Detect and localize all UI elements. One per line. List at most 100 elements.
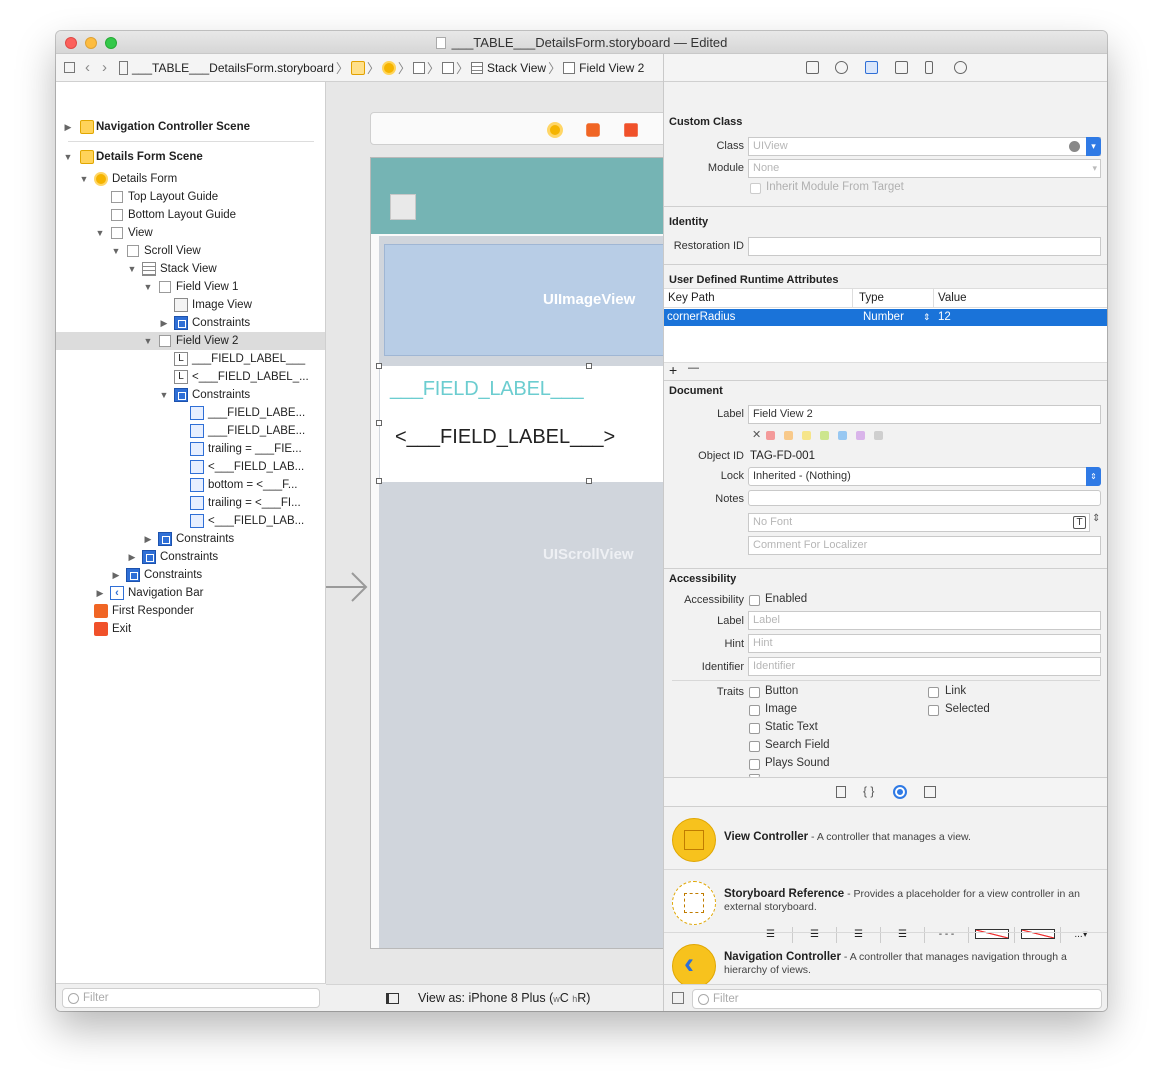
trait-selected-checkbox[interactable] <box>928 705 939 716</box>
accessibility-enabled-checkbox[interactable] <box>749 595 760 606</box>
zoom-button[interactable] <box>105 37 117 49</box>
color-swatch[interactable] <box>766 431 775 440</box>
outline-image-view[interactable]: Image View <box>56 296 325 314</box>
exit-icon[interactable] <box>624 123 638 137</box>
view-icon[interactable] <box>412 61 425 74</box>
add-attribute-button[interactable]: + <box>669 362 677 378</box>
arrow-circle-icon[interactable] <box>1069 141 1080 152</box>
outline-details-scene[interactable]: ▼ Details Form Scene <box>56 148 325 166</box>
view-as-label[interactable]: View as: iPhone 8 Plus (wC hR) <box>418 985 590 1011</box>
attributes-inspector-icon[interactable] <box>895 61 908 74</box>
identifier-field[interactable]: Identifier <box>748 657 1101 676</box>
jumpbar-stack-view[interactable]: Stack View <box>487 61 546 75</box>
font-field[interactable]: No Font T <box>748 513 1090 532</box>
col-type[interactable]: Type <box>859 289 884 307</box>
scene-icon[interactable] <box>350 60 365 75</box>
view-controller-icon[interactable] <box>547 122 563 138</box>
uda-row[interactable]: cornerRadius Number ⇕ 12 <box>664 309 1107 326</box>
resize-handle[interactable] <box>376 363 382 369</box>
trait-static-text-checkbox[interactable] <box>749 723 760 734</box>
dropdown-icon[interactable]: ▾ <box>1092 160 1097 177</box>
outline-constraints[interactable]: ▶ Constraints <box>56 548 325 566</box>
navigation-bar[interactable] <box>371 158 663 234</box>
outline-exit[interactable]: Exit <box>56 620 325 638</box>
disclosure-down-icon[interactable]: ▼ <box>79 170 89 188</box>
nav-bar-button[interactable] <box>390 194 416 220</box>
outline-constraint[interactable]: ___FIELD_LABE... <box>56 422 325 440</box>
outline-constraints[interactable]: ▶ Constraints <box>56 314 325 332</box>
color-swatch[interactable] <box>802 431 811 440</box>
size-inspector-icon[interactable] <box>925 61 933 74</box>
outline-field-view-1[interactable]: ▼ Field View 1 <box>56 278 325 296</box>
outline-nav-controller-scene[interactable]: ▶ Navigation Controller Scene <box>56 118 325 136</box>
outline-first-responder[interactable]: First Responder <box>56 602 325 620</box>
field-view-2[interactable]: ___FIELD_LABEL___ <___FIELD_LABEL___> <box>380 366 663 482</box>
close-button[interactable] <box>65 37 77 49</box>
field-label-top[interactable]: ___FIELD_LABEL___ <box>390 378 584 401</box>
trait-search-field-checkbox[interactable] <box>749 741 760 752</box>
font-stepper-icon[interactable]: ⇕ <box>1092 513 1100 524</box>
dropdown-icon[interactable]: ▾ <box>1086 137 1101 156</box>
object-library-icon[interactable] <box>893 785 907 799</box>
remove-attribute-button[interactable]: — <box>688 362 699 374</box>
trait-button-checkbox[interactable] <box>749 687 760 698</box>
disclosure-right-icon[interactable]: ▶ <box>159 314 169 332</box>
disclosure-down-icon[interactable]: ▼ <box>159 386 169 404</box>
resize-handle[interactable] <box>376 478 382 484</box>
related-items-icon[interactable] <box>64 62 75 73</box>
outline-field-view-2[interactable]: ▼ Field View 2 <box>56 332 325 350</box>
disclosure-right-icon[interactable]: ▶ <box>127 548 137 566</box>
identity-inspector-icon[interactable] <box>865 61 878 74</box>
module-field[interactable]: None ▾ <box>748 159 1101 178</box>
quick-help-icon[interactable] <box>835 61 848 74</box>
outline-scroll-view[interactable]: ▼ Scroll View <box>56 242 325 260</box>
outline-filter-field[interactable]: Filter <box>62 988 320 1008</box>
disclosure-down-icon[interactable]: ▼ <box>143 332 153 350</box>
disclosure-down-icon[interactable]: ▼ <box>143 278 153 296</box>
jumpbar-file[interactable]: ___TABLE___DetailsForm.storyboard <box>132 61 334 75</box>
scroll-view-icon[interactable] <box>441 61 454 74</box>
outline-view[interactable]: ▼ View <box>56 224 325 242</box>
font-picker-icon[interactable]: T <box>1073 516 1086 529</box>
disclosure-down-icon[interactable]: ▼ <box>63 148 73 166</box>
disclosure-right-icon[interactable]: ▶ <box>95 584 105 602</box>
inherit-module-checkbox[interactable] <box>750 183 761 194</box>
first-responder-icon[interactable] <box>586 123 600 137</box>
disclosure-right-icon[interactable]: ▶ <box>111 566 121 584</box>
disclosure-down-icon[interactable]: ▼ <box>127 260 137 278</box>
disclosure-down-icon[interactable]: ▼ <box>111 242 121 260</box>
field-label-bottom[interactable]: <___FIELD_LABEL___> <box>395 426 615 449</box>
code-snippet-icon[interactable]: { } <box>863 784 874 798</box>
color-swatch[interactable] <box>820 431 829 440</box>
restoration-id-field[interactable] <box>748 237 1101 256</box>
hint-field[interactable]: Hint <box>748 634 1101 653</box>
color-swatch[interactable] <box>874 431 883 440</box>
jumpbar-field-view[interactable]: Field View 2 <box>579 61 644 75</box>
resize-handle[interactable] <box>376 420 382 426</box>
col-key-path[interactable]: Key Path <box>668 289 715 307</box>
outline-constraints[interactable]: ▶ Constraints <box>56 566 325 584</box>
dropdown-icon[interactable]: ⇕ <box>1086 467 1101 486</box>
color-swatch[interactable] <box>784 431 793 440</box>
stepper-icon[interactable]: ⇕ <box>923 309 931 326</box>
outline-bottom-layout-guide[interactable]: Bottom Layout Guide <box>56 206 325 224</box>
connections-inspector-icon[interactable] <box>954 61 967 74</box>
scroll-view[interactable]: UIScrollView UIImageView ___FIELD_LABEL_… <box>376 236 663 948</box>
disclosure-right-icon[interactable]: ▶ <box>63 118 73 136</box>
media-library-icon[interactable] <box>924 786 936 798</box>
file-template-icon[interactable] <box>836 786 846 798</box>
outline-constraint[interactable]: trailing = <___FI... <box>56 494 325 512</box>
outline-constraints[interactable]: ▶ Constraints <box>56 530 325 548</box>
doc-label-field[interactable]: Field View 2 <box>748 405 1101 424</box>
grid-view-icon[interactable] <box>672 992 684 1004</box>
outline-constraint[interactable]: trailing = ___FIE... <box>56 440 325 458</box>
outline-constraint[interactable]: bottom = <___F... <box>56 476 325 494</box>
uda-key[interactable]: cornerRadius <box>667 309 735 326</box>
outline-constraint[interactable]: <___FIELD_LAB... <box>56 512 325 530</box>
outline-navigation-bar[interactable]: ▶ ‹ Navigation Bar <box>56 584 325 602</box>
acc-label-field[interactable]: Label <box>748 611 1101 630</box>
view-controller-icon[interactable] <box>381 60 396 75</box>
uda-type[interactable]: Number <box>863 309 904 326</box>
class-field[interactable]: UIView ▾ <box>748 137 1101 156</box>
trait-plays-sound-checkbox[interactable] <box>749 759 760 770</box>
